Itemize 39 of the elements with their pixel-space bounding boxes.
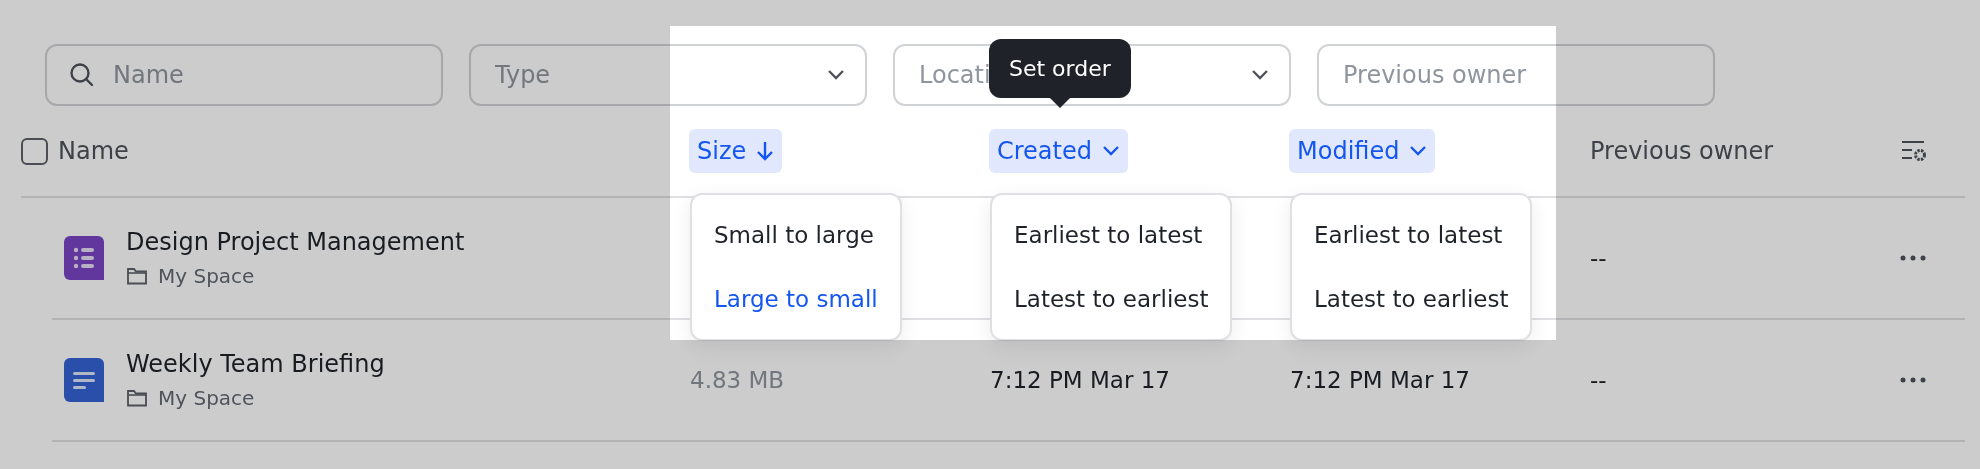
arrow-down-icon <box>756 140 775 162</box>
menu-item[interactable]: Earliest to latest <box>992 203 1231 267</box>
select-field[interactable]: Type <box>469 44 867 106</box>
menu-item[interactable]: Latest to earliest <box>992 267 1231 331</box>
file-location: My Space <box>158 386 255 410</box>
more-icon[interactable] <box>1900 255 1926 261</box>
chevron-down-icon <box>827 69 845 81</box>
column-sort-button[interactable]: Size <box>689 129 783 173</box>
folder-icon <box>126 389 148 407</box>
tooltip-pointer <box>1049 98 1070 108</box>
previous-owner: -- <box>1590 245 1607 271</box>
select-all-checkbox[interactable] <box>21 137 48 165</box>
file-name[interactable]: Weekly Team Briefing <box>126 350 385 378</box>
file-name[interactable]: Design Project Management <box>126 228 465 256</box>
column-header[interactable]: Name <box>58 137 129 165</box>
column-header: Previous owner <box>1590 137 1774 165</box>
column-sort-button[interactable]: Created <box>989 129 1128 173</box>
folder-icon <box>126 267 148 285</box>
column-sort-button[interactable]: Modified <box>1289 129 1436 173</box>
created-date: 7:12 PM Mar 17 <box>990 367 1170 393</box>
menu-item[interactable]: Large to small <box>692 267 900 331</box>
text-field[interactable]: Previous owner <box>1317 44 1715 106</box>
tooltip: Set order <box>989 39 1131 98</box>
more-icon[interactable] <box>1900 377 1926 383</box>
chevron-down-icon <box>1102 145 1120 157</box>
search-icon <box>69 62 95 88</box>
chevron-down-icon <box>1409 145 1428 157</box>
menu-item[interactable]: Small to large <box>692 203 900 267</box>
file-size: 4.83 MB <box>690 367 785 393</box>
list-file-icon <box>64 236 104 280</box>
modified-date: 7:12 PM Mar 17 <box>1290 367 1470 393</box>
column-settings-icon[interactable] <box>1900 139 1928 163</box>
search-field[interactable]: Name <box>45 44 443 106</box>
document-icon <box>64 358 104 402</box>
previous-owner: -- <box>1590 367 1607 393</box>
file-location: My Space <box>158 264 255 288</box>
chevron-down-icon <box>1251 69 1269 81</box>
menu-item[interactable]: Earliest to latest <box>1292 203 1531 267</box>
menu-item[interactable]: Latest to earliest <box>1292 267 1531 331</box>
